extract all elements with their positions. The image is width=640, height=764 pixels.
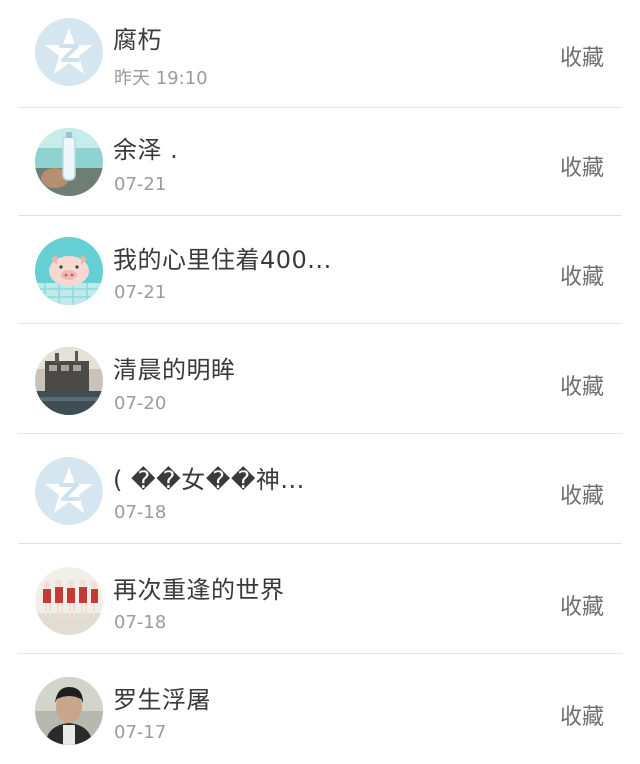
timestamp: 07-18 [114, 502, 167, 523]
contact-name: 罗生浮屠 [113, 686, 211, 714]
timestamp: 07-17 [114, 722, 167, 743]
contact-name: 再次重逢的世界 [113, 576, 285, 604]
favorite-row[interactable]: 罗生浮屠 07-17 收藏 [0, 656, 640, 764]
favorite-row[interactable]: 再次重逢的世界 07-18 收藏 [0, 546, 640, 654]
favorite-button[interactable]: 收藏 [560, 589, 604, 621]
favorite-row[interactable]: ( ��女��神... 07-18 收藏 [0, 436, 640, 544]
row-divider [18, 323, 622, 324]
favorite-button[interactable]: 收藏 [560, 369, 604, 401]
timestamp: 昨天 19:10 [114, 68, 208, 89]
favorite-button[interactable]: 收藏 [560, 259, 604, 291]
contact-name: 腐朽 [113, 26, 162, 54]
person-photo-avatar-icon[interactable] [35, 677, 103, 745]
dancers-photo-avatar-icon[interactable] [35, 567, 103, 635]
favorite-row[interactable]: 腐朽 昨天 19:10 收藏 [0, 0, 640, 108]
contact-name: 余泽 . [113, 136, 179, 164]
row-divider [18, 433, 622, 434]
timestamp: 07-21 [114, 282, 167, 303]
contact-name: 清晨的明眸 [113, 356, 236, 384]
favorite-button[interactable]: 收藏 [560, 699, 604, 731]
row-divider [18, 543, 622, 544]
timestamp: 07-20 [114, 393, 167, 414]
qzone-default-avatar-icon[interactable] [35, 18, 103, 86]
favorite-row[interactable]: 余泽 . 07-21 收藏 [0, 108, 640, 216]
contact-name: 我的心里住着400... [113, 246, 332, 274]
favorites-list: 腐朽 昨天 19:10 收藏 余泽 . 07-21 收藏 我的心里住着400..… [0, 0, 640, 764]
favorite-row[interactable]: 我的心里住着400... 07-21 收藏 [0, 216, 640, 324]
qzone-default-avatar-icon[interactable] [35, 457, 103, 525]
contact-name: ( ��女��神... [113, 466, 305, 494]
favorite-button[interactable]: 收藏 [560, 478, 604, 510]
timestamp: 07-18 [114, 612, 167, 633]
favorite-button[interactable]: 收藏 [560, 150, 604, 182]
ship-photo-avatar-icon[interactable] [35, 347, 103, 415]
pig-cartoon-avatar-icon[interactable] [35, 237, 103, 305]
bottle-photo-avatar-icon[interactable] [35, 128, 103, 196]
favorite-button[interactable]: 收藏 [560, 40, 604, 72]
row-divider [18, 653, 622, 654]
favorite-row[interactable]: 清晨的明眸 07-20 收藏 [0, 326, 640, 434]
timestamp: 07-21 [114, 174, 167, 195]
